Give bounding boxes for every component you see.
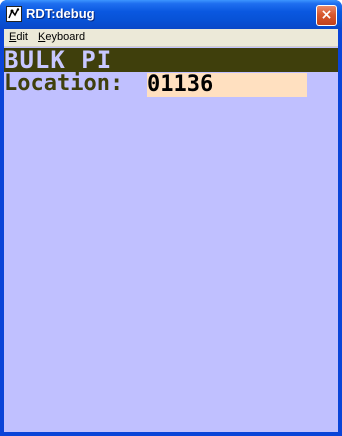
terminal-screen[interactable]: BULK PI Location: 01136 bbox=[4, 47, 338, 432]
screen-header: BULK PI bbox=[4, 46, 113, 74]
app-window: RDT:debug × Edit Keyboard BULK PI Locati… bbox=[0, 0, 342, 436]
title-bar[interactable]: RDT:debug × bbox=[0, 0, 342, 29]
menu-edit[interactable]: Edit bbox=[9, 31, 28, 43]
location-input[interactable]: 01136 bbox=[147, 73, 307, 97]
window-title: RDT:debug bbox=[26, 6, 95, 21]
close-button[interactable]: × bbox=[316, 5, 337, 26]
location-label: Location: bbox=[4, 71, 124, 96]
close-icon: × bbox=[320, 7, 333, 23]
menu-keyboard[interactable]: Keyboard bbox=[38, 31, 85, 43]
screen-header-bar: BULK PI bbox=[4, 48, 338, 72]
location-value: 01136 bbox=[147, 72, 214, 97]
menu-keyboard-label: eyboard bbox=[45, 31, 86, 43]
menu-bar: Edit Keyboard bbox=[4, 29, 338, 47]
menu-edit-label: dit bbox=[16, 31, 28, 43]
app-icon[interactable] bbox=[6, 6, 22, 22]
